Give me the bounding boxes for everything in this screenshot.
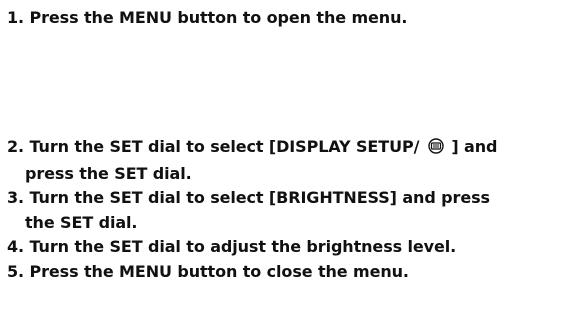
step-continuation: the SET dial. bbox=[25, 213, 138, 232]
step-text-suffix: ] and bbox=[451, 137, 498, 156]
step-number: 3. bbox=[7, 188, 25, 207]
step-number: 2. bbox=[7, 137, 25, 156]
step-text: Turn the SET dial to adjust the brightne… bbox=[29, 237, 457, 256]
step-text: Turn the SET dial to select [BRIGHTNESS]… bbox=[29, 188, 491, 207]
step-1: 1. Press the MENU button to open the men… bbox=[7, 5, 573, 30]
step-number: 4. bbox=[7, 237, 25, 256]
step-2: 2. Turn the SET dial to select [DISPLAY … bbox=[7, 134, 573, 186]
step-text: Turn the SET dial to select [DISPLAY SET… bbox=[29, 137, 420, 156]
instruction-page: 1. Press the MENU button to open the men… bbox=[0, 0, 576, 326]
step-text: Press the MENU button to open the menu. bbox=[29, 8, 408, 27]
step-continuation: press the SET dial. bbox=[25, 164, 192, 183]
step-5: 5. Press the MENU button to close the me… bbox=[7, 259, 573, 284]
step-number: 5. bbox=[7, 262, 25, 281]
step-number: 1. bbox=[7, 8, 25, 27]
step-text: Press the MENU button to close the menu. bbox=[29, 262, 410, 281]
display-setup-icon bbox=[427, 136, 445, 161]
step-3: 3. Turn the SET dial to select [BRIGHTNE… bbox=[7, 185, 573, 235]
step-4: 4. Turn the SET dial to adjust the brigh… bbox=[7, 234, 573, 259]
